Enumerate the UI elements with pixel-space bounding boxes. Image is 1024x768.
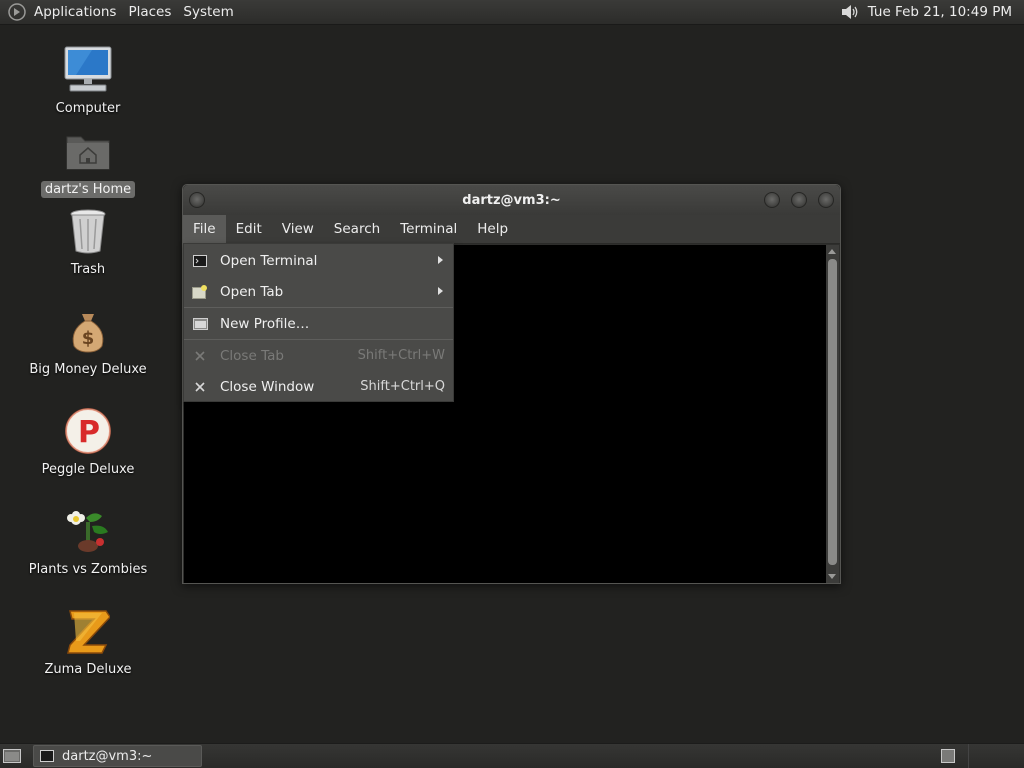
gnome-foot-icon[interactable] [6,1,28,23]
terminal-icon [40,750,54,762]
desktop-icon-plants[interactable]: Plants vs Zombies [29,505,147,578]
profile-icon [192,316,208,332]
clock[interactable]: Tue Feb 21, 10:49 PM [868,4,1012,20]
desktop-icon-label: Computer [55,101,121,116]
close-button[interactable] [818,192,834,208]
applications-menu[interactable]: Applications [28,0,122,25]
desktop-icon-label: Zuma Deluxe [44,662,132,677]
menu-view[interactable]: View [272,215,324,243]
desktop-icon-trash[interactable]: Trash [33,205,143,278]
top-panel: Applications Places System Tue Feb 21, 1… [0,0,1024,25]
close-icon [192,348,208,364]
speaker-icon[interactable] [838,1,862,23]
menubar: File Edit View Search Terminal Help [183,215,840,244]
menu-item-close-tab: Close Tab Shift+Ctrl+W [184,340,453,371]
computer-icon [62,44,114,96]
trash-icon [62,205,114,257]
menu-edit[interactable]: Edit [226,215,272,243]
submenu-arrow-icon [438,287,443,295]
scrollbar-thumb[interactable] [828,259,837,565]
menu-item-open-tab[interactable]: Open Tab [184,276,453,307]
vertical-scrollbar[interactable] [826,245,839,583]
terminal-icon [192,253,208,269]
bottom-panel: dartz@vm3:~ [0,743,1024,768]
close-icon [192,379,208,395]
menu-item-open-terminal[interactable]: Open Terminal [184,245,453,276]
desktop-icon-label: dartz's Home [40,181,136,198]
plants-icon [62,505,114,557]
workspace-switcher-icon[interactable] [941,749,955,763]
peggle-icon: P [62,405,114,457]
taskbar-terminal-button[interactable]: dartz@vm3:~ [33,745,202,767]
window-titlebar[interactable]: dartz@vm3:~ [183,185,840,215]
menu-item-label: Open Terminal [220,252,318,269]
menu-terminal[interactable]: Terminal [390,215,467,243]
minimize-button[interactable] [764,192,780,208]
menu-item-close-window[interactable]: Close Window Shift+Ctrl+Q [184,371,453,402]
window-title: dartz@vm3:~ [462,192,561,208]
panel-tray: Tue Feb 21, 10:49 PM [838,1,1012,23]
menu-item-label: New Profile… [220,315,310,332]
menu-item-shortcut: Shift+Ctrl+Q [360,379,445,394]
menu-search[interactable]: Search [324,215,390,243]
desktop-icon-home[interactable]: dartz's Home [33,125,143,198]
svg-text:$: $ [82,328,95,349]
desktop-icon-computer[interactable]: Computer [33,44,143,117]
menu-item-label: Close Window [220,378,315,395]
menu-help[interactable]: Help [467,215,518,243]
desktop-icon-label: Trash [70,262,106,277]
desktop-icon-label: Peggle Deluxe [41,462,135,477]
submenu-arrow-icon [438,256,443,264]
system-menu[interactable]: System [177,0,239,25]
zuma-icon [62,605,114,657]
window-menu-button[interactable] [189,192,205,208]
money-bag-icon: $ [62,305,114,357]
menu-item-label: Close Tab [220,347,284,364]
places-menu[interactable]: Places [122,0,177,25]
menu-file[interactable]: File [183,215,226,243]
home-folder-icon [62,125,114,177]
taskbar-label: dartz@vm3:~ [62,748,153,764]
menu-item-shortcut: Shift+Ctrl+W [357,348,445,363]
desktop-icon-zuma[interactable]: Zuma Deluxe [33,605,143,678]
menu-item-new-profile[interactable]: New Profile… [184,308,453,339]
panel-divider [968,744,969,768]
svg-text:P: P [78,415,100,450]
maximize-button[interactable] [791,192,807,208]
show-desktop-icon[interactable] [3,748,21,764]
desktop-icon-big-money[interactable]: $ Big Money Deluxe [29,305,147,378]
scroll-down-icon[interactable] [828,574,836,579]
desktop-icon-peggle[interactable]: P Peggle Deluxe [33,405,143,478]
desktop-icon-label: Plants vs Zombies [28,562,148,577]
file-menu-dropdown: Open Terminal Open Tab New Profile… Clos… [183,243,454,402]
new-tab-icon [192,284,208,300]
scroll-up-icon[interactable] [828,249,836,254]
desktop-icon-label: Big Money Deluxe [29,362,147,377]
menu-item-label: Open Tab [220,283,284,300]
